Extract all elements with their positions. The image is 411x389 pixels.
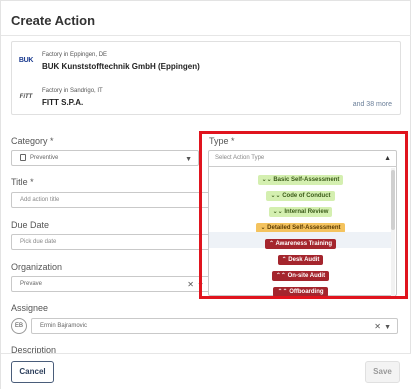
factory-list: BUK Factory in Eppingen, DE BUK Kunststo…	[11, 41, 401, 115]
factory-item[interactable]: FiTT Factory in Sandrigo, IT FITT S.P.A.	[12, 82, 400, 114]
fitt-logo: FiTT	[19, 94, 33, 100]
clipboard-icon	[20, 153, 26, 161]
type-option[interactable]: ⌄⌄ Internal Review	[209, 200, 392, 217]
assignee-select[interactable]: Ermin Bajramovic ✕ ▼	[31, 318, 398, 334]
category-label: Category *	[11, 136, 54, 146]
dialog-title: Create Action	[11, 13, 96, 28]
buk-logo: BUK	[18, 57, 34, 64]
type-search-input[interactable]: Select Action Type ▲	[209, 151, 397, 167]
chevron-down-icon[interactable]: ▼	[384, 321, 391, 335]
title-input[interactable]: Add action title	[11, 192, 211, 208]
factory-location: Factory in Eppingen, DE	[42, 52, 108, 58]
double-chevron-down-icon: ⌄⌄	[272, 209, 285, 215]
double-chevron-up-icon: ⌃⌃	[277, 289, 290, 295]
type-option[interactable]: ⌄ Detailed Self-Assessment	[209, 216, 392, 233]
chevron-down-icon[interactable]: ▼	[197, 279, 204, 293]
type-option[interactable]: ⌃⌃ Offboarding	[209, 280, 392, 297]
type-option[interactable]: ⌃ Awareness Training	[209, 232, 392, 249]
organization-select[interactable]: Prevave ✕ ▼	[11, 276, 211, 292]
save-button[interactable]: Save	[365, 361, 400, 383]
scrollbar-thumb[interactable]	[391, 170, 395, 230]
dialog-footer: Cancel Save	[1, 353, 411, 389]
factory-item[interactable]: BUK Factory in Eppingen, DE BUK Kunststo…	[12, 46, 400, 78]
chevron-up-icon[interactable]: ▲	[384, 151, 391, 166]
factory-name: FITT S.P.A.	[42, 98, 84, 107]
assignee-label: Assignee	[11, 303, 49, 313]
avatar: EB	[11, 318, 27, 334]
chevron-down-icon: ▼	[185, 156, 192, 163]
due-date-picker[interactable]: Pick due date	[11, 234, 211, 250]
clear-icon[interactable]: ✕	[187, 278, 194, 292]
category-select[interactable]: Preventive ▼	[11, 150, 199, 166]
type-label: Type *	[209, 136, 235, 146]
double-chevron-down-icon: ⌄⌄	[261, 177, 274, 183]
dialog-header: Create Action	[1, 1, 411, 36]
title-label: Title *	[11, 177, 34, 187]
cancel-button[interactable]: Cancel	[11, 361, 54, 383]
factory-name: BUK Kunststofftechnik GmbH (Eppingen)	[42, 62, 200, 71]
type-dropdown[interactable]: Select Action Type ▲ ⌄⌄ Basic Self-Asses…	[208, 150, 397, 297]
create-action-dialog: Create Action BUK Factory in Eppingen, D…	[0, 0, 411, 389]
more-factories-link[interactable]: and 38 more	[353, 101, 392, 108]
factory-location: Factory in Sandrigo, IT	[42, 88, 103, 94]
double-chevron-up-icon: ⌃⌃	[275, 273, 288, 279]
clear-icon[interactable]: ✕	[374, 320, 381, 334]
organization-label: Organization	[11, 262, 63, 272]
type-option[interactable]: ⌄⌄ Code of Conduct	[209, 184, 392, 201]
category-value: Preventive	[30, 155, 59, 161]
due-date-label: Due Date	[11, 220, 50, 230]
double-chevron-down-icon: ⌄⌄	[270, 193, 283, 199]
type-chip: ⌃⌃ Offboarding	[273, 287, 328, 297]
type-option[interactable]: ⌃ Desk Audit	[209, 248, 392, 265]
dropdown-scrollbar[interactable]	[391, 168, 395, 296]
type-option[interactable]: ⌄⌄ Basic Self-Assessment	[209, 168, 392, 185]
type-option[interactable]: ⌃⌃ On-site Audit	[209, 264, 392, 281]
